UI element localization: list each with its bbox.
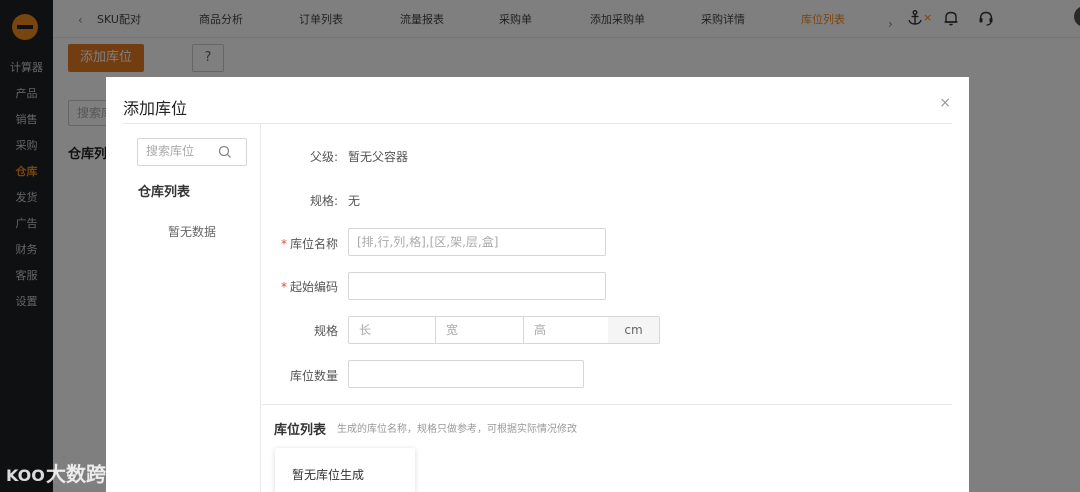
start-code-input[interactable] bbox=[348, 272, 606, 300]
modal-title: 添加库位 bbox=[123, 99, 188, 118]
unit-label: cm bbox=[608, 317, 659, 343]
warehouse-panel: 仓库列表 暂无数据 bbox=[123, 124, 261, 492]
width-input[interactable] bbox=[436, 317, 524, 343]
add-location-modal: 添加库位 × 仓库列表 暂无数据 父级: 暂无父容器 规格: 无 *库位名称 *… bbox=[106, 77, 969, 492]
spec-label: 规格: bbox=[309, 194, 338, 208]
quantity-label: 库位数量 bbox=[289, 369, 338, 383]
generated-empty-text: 暂无库位生成 bbox=[292, 468, 365, 482]
watermark-text: 大数跨境 bbox=[46, 462, 126, 486]
location-list-title: 库位列表 bbox=[274, 423, 327, 438]
section-divider bbox=[262, 404, 952, 405]
height-input[interactable] bbox=[524, 317, 610, 343]
location-name-input[interactable] bbox=[348, 228, 606, 256]
length-input[interactable] bbox=[349, 317, 436, 343]
modal-close-icon[interactable]: × bbox=[939, 95, 951, 111]
parent-label: 父级: bbox=[309, 150, 338, 164]
dimensions-label: 规格 bbox=[313, 324, 338, 338]
required-mark: * bbox=[280, 280, 287, 294]
parent-value: 暂无父容器 bbox=[348, 150, 409, 164]
generated-location-card: 暂无库位生成 bbox=[275, 448, 415, 492]
required-mark: * bbox=[280, 237, 287, 251]
dimensions-input-group: cm bbox=[348, 316, 660, 344]
spec-value: 无 bbox=[348, 194, 361, 208]
watermark-logo: KOO bbox=[6, 466, 45, 485]
location-name-label: * 库位名称 bbox=[280, 237, 338, 251]
watermark: KOO大数跨境 bbox=[6, 458, 126, 487]
location-list-hint: 生成的库位名称，规格只做参考，可根据实际情况修改 bbox=[337, 424, 577, 435]
quantity-input[interactable] bbox=[348, 360, 584, 388]
start-code-label: * 起始编码 bbox=[280, 280, 338, 294]
